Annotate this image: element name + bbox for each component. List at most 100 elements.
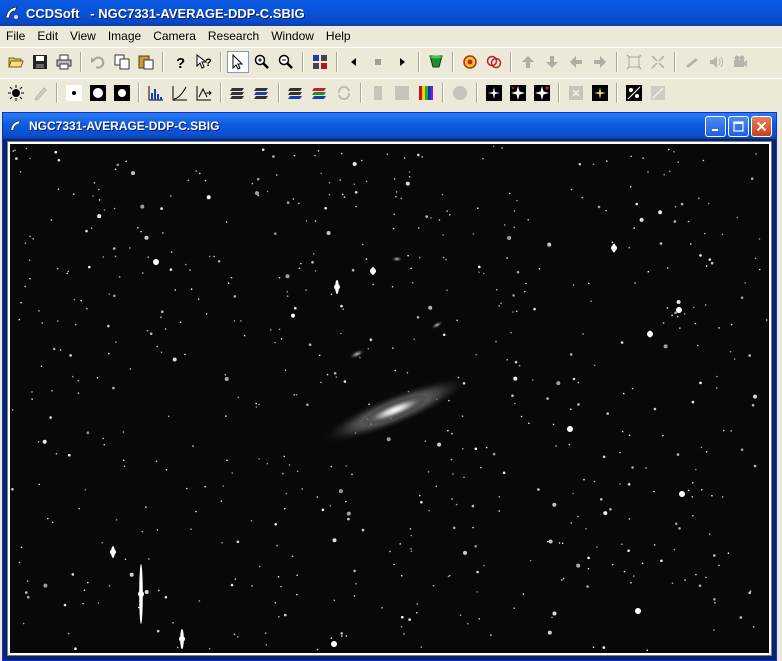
paste-button[interactable] bbox=[135, 51, 157, 73]
stack-color-button[interactable] bbox=[251, 82, 273, 104]
gray-slash-button[interactable] bbox=[647, 82, 669, 104]
star bbox=[525, 282, 527, 285]
star bbox=[125, 160, 127, 163]
star-burst-red-button[interactable] bbox=[531, 82, 553, 104]
maximize-button[interactable] bbox=[728, 116, 749, 137]
star bbox=[237, 396, 240, 399]
menu-camera[interactable]: Camera bbox=[147, 26, 202, 46]
star-large-button[interactable] bbox=[111, 82, 133, 104]
move-down-button[interactable] bbox=[541, 51, 563, 73]
color-spectrum-button[interactable] bbox=[415, 82, 437, 104]
menu-view[interactable]: View bbox=[64, 26, 102, 46]
star bbox=[630, 155, 632, 158]
filter-button[interactable] bbox=[425, 51, 447, 73]
context-help-button[interactable]: ? bbox=[193, 51, 215, 73]
shrink-button[interactable] bbox=[647, 51, 669, 73]
camera-button[interactable] bbox=[729, 51, 751, 73]
stack-button[interactable] bbox=[227, 82, 249, 104]
target-multi-button[interactable] bbox=[483, 51, 505, 73]
star bbox=[32, 238, 34, 240]
help-button[interactable]: ? bbox=[169, 51, 191, 73]
image-window: NGC7331-AVERAGE-DDP-C.SBIG bbox=[2, 112, 777, 661]
zoom-out-button[interactable] bbox=[275, 51, 297, 73]
star bbox=[116, 163, 120, 167]
ccdsoft-logo-icon[interactable] bbox=[4, 5, 20, 21]
star-medium-button[interactable] bbox=[87, 82, 109, 104]
arrow-down-icon bbox=[546, 55, 558, 68]
star bbox=[381, 607, 383, 609]
save-button[interactable] bbox=[29, 51, 51, 73]
fit-button[interactable] bbox=[623, 51, 645, 73]
move-up-button[interactable] bbox=[517, 51, 539, 73]
menu-edit[interactable]: Edit bbox=[31, 26, 64, 46]
previous-button[interactable] bbox=[343, 51, 365, 73]
grid-button[interactable] bbox=[309, 51, 331, 73]
histogram-button[interactable] bbox=[145, 82, 167, 104]
star bbox=[255, 406, 258, 408]
toolbar-separator bbox=[220, 51, 222, 72]
star-pair-button[interactable] bbox=[623, 82, 645, 104]
star bbox=[671, 314, 673, 317]
astro-image[interactable] bbox=[10, 144, 775, 653]
star bbox=[342, 308, 345, 310]
star bbox=[461, 415, 464, 418]
star-field-button[interactable] bbox=[483, 82, 505, 104]
stack-process-button[interactable] bbox=[309, 82, 331, 104]
brightness-button[interactable] bbox=[5, 82, 27, 104]
pointer-button[interactable] bbox=[227, 50, 249, 73]
document-icon[interactable] bbox=[8, 118, 24, 134]
wand-button[interactable] bbox=[29, 82, 51, 104]
move-right-button[interactable] bbox=[589, 51, 611, 73]
star bbox=[395, 191, 398, 193]
menu-file[interactable]: File bbox=[0, 26, 31, 46]
bright-star-core bbox=[138, 591, 144, 597]
star bbox=[512, 311, 514, 313]
move-left-button[interactable] bbox=[565, 51, 587, 73]
star bbox=[692, 515, 694, 517]
star bbox=[569, 353, 573, 356]
menu-image[interactable]: Image bbox=[102, 26, 147, 46]
copy-button[interactable] bbox=[111, 51, 133, 73]
star bbox=[449, 214, 451, 216]
gray-bar-button[interactable] bbox=[367, 82, 389, 104]
print-button[interactable] bbox=[53, 51, 75, 73]
star bbox=[474, 545, 478, 548]
open-button[interactable] bbox=[5, 51, 27, 73]
star bbox=[140, 204, 145, 209]
star-burst-button[interactable] bbox=[507, 82, 529, 104]
target-button[interactable] bbox=[459, 51, 481, 73]
star bbox=[693, 306, 695, 309]
transform-button[interactable] bbox=[193, 82, 215, 104]
star bbox=[619, 451, 621, 454]
star-color-button[interactable] bbox=[589, 82, 611, 104]
standard-toolbar: ? ? bbox=[0, 47, 782, 75]
close-button[interactable] bbox=[751, 116, 772, 137]
menu-research[interactable]: Research bbox=[202, 26, 265, 46]
minimize-button[interactable] bbox=[705, 116, 726, 137]
star bbox=[702, 159, 705, 162]
stop-button[interactable] bbox=[367, 51, 389, 73]
next-button[interactable] bbox=[391, 51, 413, 73]
curve-button[interactable] bbox=[169, 82, 191, 104]
image-window-titlebar[interactable]: NGC7331-AVERAGE-DDP-C.SBIG bbox=[3, 113, 776, 139]
zoom-in-button[interactable] bbox=[251, 51, 273, 73]
star bbox=[592, 163, 595, 166]
circle-button[interactable] bbox=[449, 82, 471, 104]
star bbox=[680, 202, 684, 206]
toolbar-separator bbox=[278, 82, 280, 103]
star bbox=[330, 637, 333, 639]
star-small-button[interactable] bbox=[63, 82, 85, 104]
gray-square-button[interactable] bbox=[391, 82, 413, 104]
undo-button[interactable] bbox=[87, 51, 109, 73]
telescope-button[interactable] bbox=[681, 51, 703, 73]
sound-button[interactable] bbox=[705, 51, 727, 73]
gray-x-button[interactable] bbox=[565, 82, 587, 104]
refresh-button[interactable] bbox=[333, 82, 355, 104]
stack-layers-button[interactable] bbox=[285, 82, 307, 104]
histogram-icon bbox=[148, 85, 163, 100]
menu-help[interactable]: Help bbox=[320, 26, 357, 46]
star bbox=[435, 485, 438, 488]
star bbox=[420, 646, 423, 648]
menu-window[interactable]: Window bbox=[265, 26, 320, 46]
star bbox=[97, 602, 100, 604]
